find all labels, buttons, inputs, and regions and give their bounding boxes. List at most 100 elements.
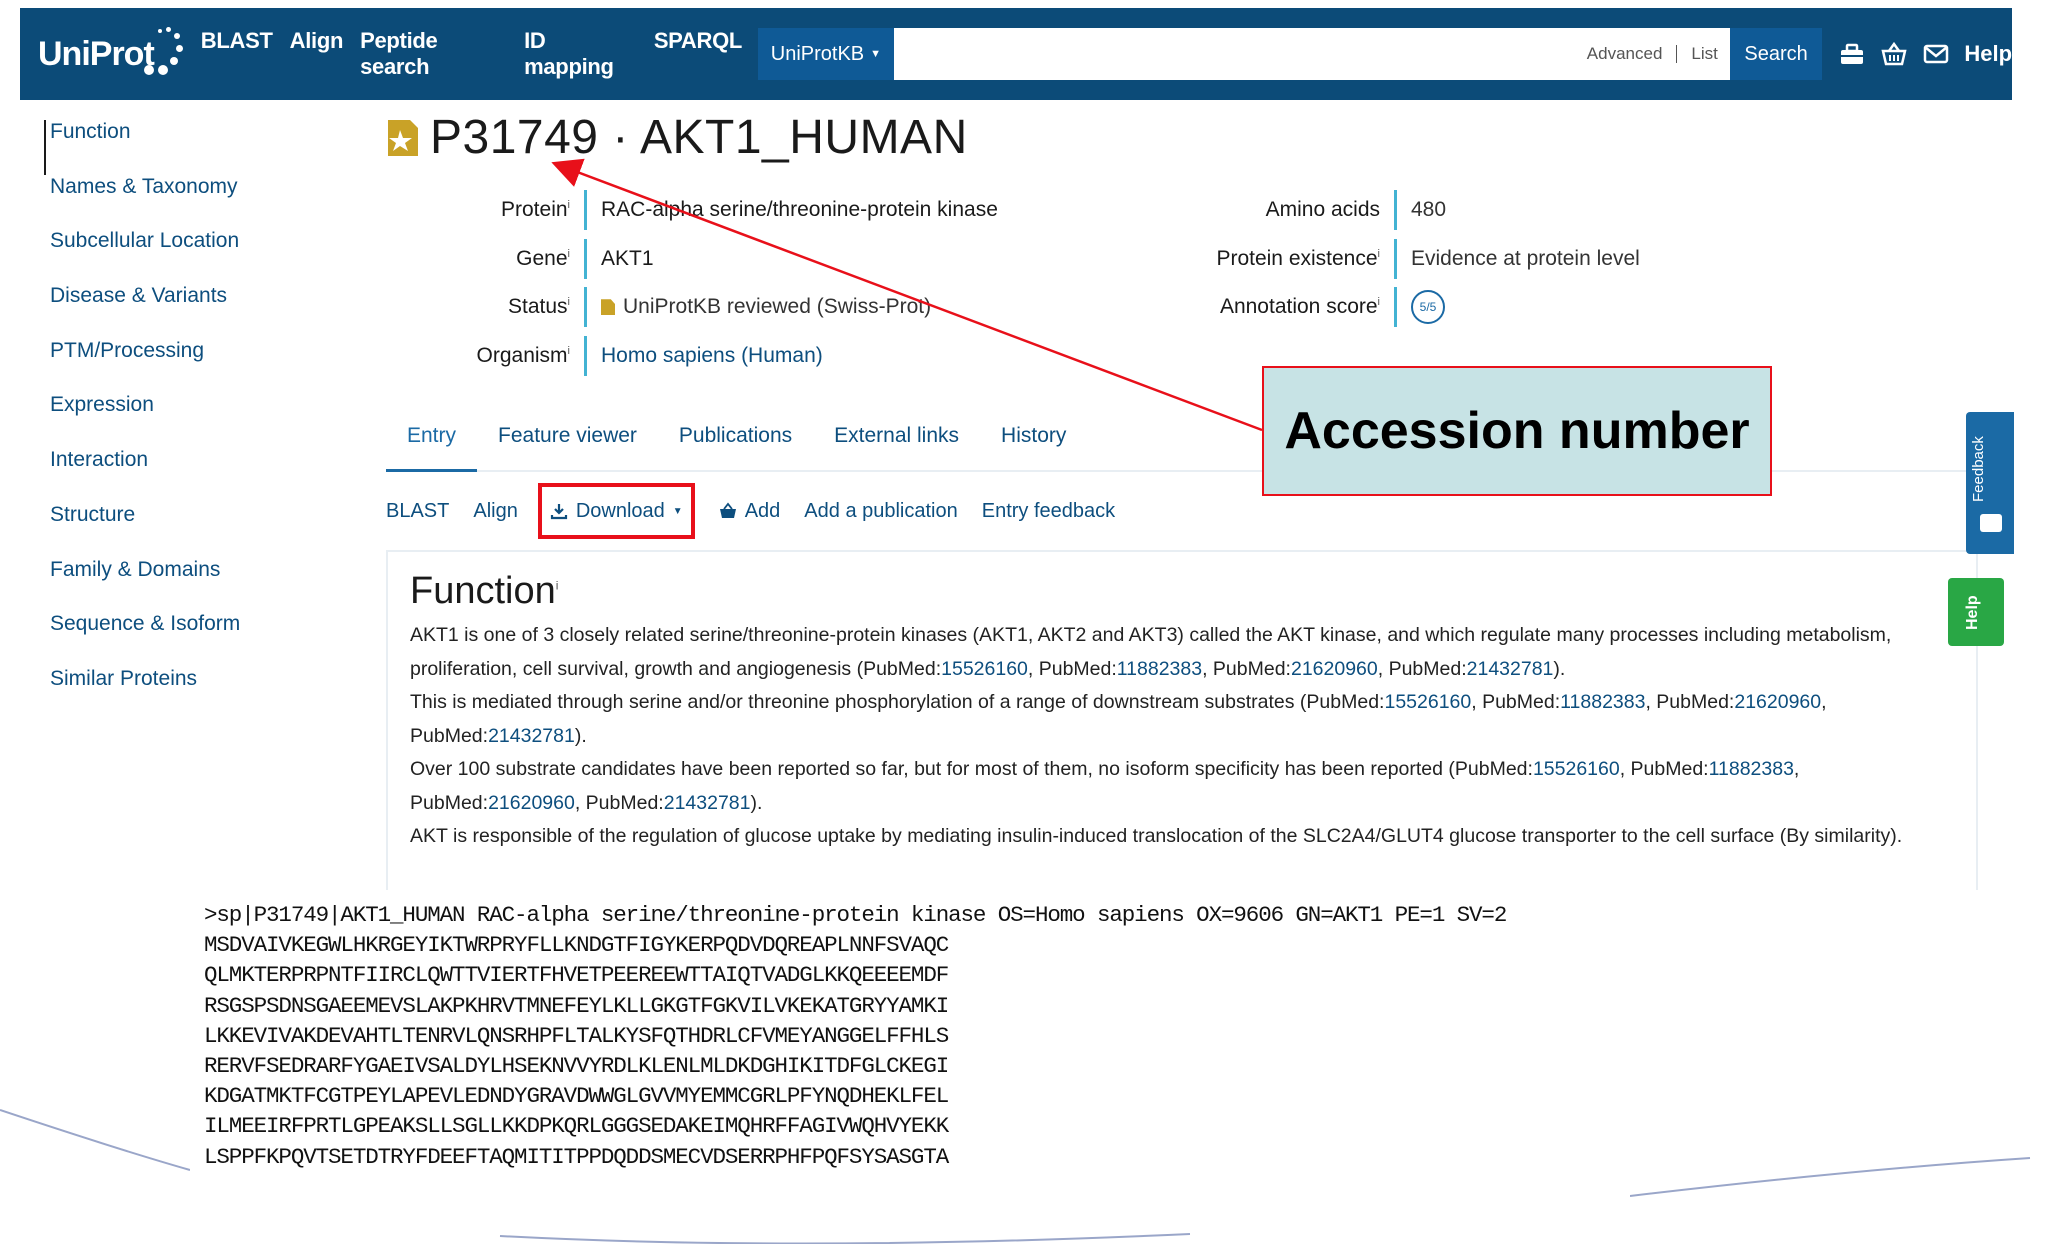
list-search-link[interactable]: List [1691, 44, 1717, 64]
sequence-line: KDGATMKTFCGTPEYLAPEVLEDNDYGRAVDWWGLGVVMY… [204, 1083, 949, 1110]
search-input[interactable]: Advanced List [893, 28, 1730, 80]
entry-header: P31749 · AKT1_HUMAN [386, 110, 968, 165]
fasta-sequence: >sp|P31749|AKT1_HUMAN RAC-alpha serine/t… [190, 900, 1630, 1230]
uniprot-logo[interactable]: UniProt [38, 25, 184, 83]
logo-text: UniProt [38, 34, 155, 73]
logo-dots-icon [143, 25, 184, 83]
pubmed-link[interactable]: 21432781 [664, 792, 751, 814]
nav-id-mapping[interactable]: ID mapping [524, 28, 637, 80]
amino-acids-label: Amino acids [1265, 198, 1380, 222]
sequence-line: LKKEVIVAKDEVAHTLTENRVLQNSRHPFLTALKYSFQTH… [204, 1022, 949, 1049]
help-link[interactable]: Help [1964, 41, 2012, 67]
add-button[interactable]: Add [719, 500, 780, 523]
pubmed-link[interactable]: 15526160 [1384, 691, 1471, 713]
sidebar-item-disease-variants[interactable]: Disease & Variants [44, 284, 240, 339]
sidebar-item-family-domains[interactable]: Family & Domains [44, 558, 240, 613]
info-icon[interactable]: i [568, 248, 570, 260]
feedback-face-icon [1980, 514, 2002, 532]
chevron-down-icon: ▼ [672, 505, 683, 517]
function-section: Functioni AKT1 is one of 3 closely relat… [386, 550, 1978, 890]
pubmed-link[interactable]: 15526160 [1533, 758, 1620, 780]
divider [584, 190, 587, 231]
pubmed-link[interactable]: 21432781 [488, 725, 575, 747]
sidebar-item-expression[interactable]: Expression [44, 393, 240, 448]
sidebar-item-subcellular-location[interactable]: Subcellular Location [44, 229, 240, 284]
organism-link[interactable]: Homo sapiens (Human) [601, 344, 823, 368]
protein-row: Proteini RAC-alpha serine/threonine-prot… [384, 186, 998, 235]
add-publication-button[interactable]: Add a publication [804, 500, 957, 523]
pubmed-link[interactable]: 21620960 [1734, 691, 1821, 713]
gene-row: Genei AKT1 [384, 235, 998, 284]
sequence-line: QLMKTERPRPNTFIIRCLQWTTVIERTFHVETPEEREEWT… [204, 962, 949, 989]
feedback-label: Feedback [1970, 436, 1987, 502]
download-button[interactable]: Download ▼ [537, 483, 695, 539]
database-select[interactable]: UniProtKB ▼ [758, 28, 894, 80]
advanced-search-link[interactable]: Advanced [1587, 44, 1663, 64]
pubmed-link[interactable]: 21620960 [1291, 658, 1378, 680]
chevron-down-icon: ▼ [870, 48, 882, 60]
top-navbar: UniProt BLAST Align Peptide search ID ma… [20, 8, 2012, 100]
divider [584, 238, 587, 279]
pubmed-link[interactable]: 11882383 [1117, 658, 1202, 680]
sidebar-item-ptm-processing[interactable]: PTM/Processing [44, 339, 240, 394]
toolbar-icons [1838, 40, 1950, 68]
fasta-header: >sp|P31749|AKT1_HUMAN RAC-alpha serine/t… [204, 902, 1507, 928]
tab-publications[interactable]: Publications [658, 412, 813, 472]
entry-toolbar: BLAST Align Download ▼ Add Add a publica… [386, 483, 1139, 539]
blast-button[interactable]: BLAST [386, 500, 449, 523]
divider [584, 335, 587, 376]
basket-icon[interactable] [1880, 40, 1908, 68]
pubmed-link[interactable]: 11882383 [1560, 691, 1645, 713]
search-button[interactable]: Search [1729, 28, 1823, 80]
help-tab[interactable]: Help [1948, 578, 2004, 646]
info-icon[interactable]: i [568, 345, 570, 357]
info-icon[interactable]: i [556, 578, 559, 592]
nav-align[interactable]: Align [290, 28, 344, 80]
align-button[interactable]: Align [473, 500, 517, 523]
function-heading: Functioni [410, 570, 559, 612]
entry-feedback-button[interactable]: Entry feedback [982, 500, 1115, 523]
organism-label: Organismi [476, 343, 570, 367]
sidebar-item-structure[interactable]: Structure [44, 503, 240, 558]
download-label: Download [575, 499, 665, 522]
info-icon[interactable]: i [568, 199, 570, 211]
sidebar-item-interaction[interactable]: Interaction [44, 448, 240, 503]
reviewed-star-icon [388, 119, 418, 156]
annotation-callout: Accession number [1262, 366, 1772, 496]
function-paragraph-1: AKT1 is one of 3 closely related serine/… [410, 624, 1892, 680]
status-row: Statusi UniProtKB reviewed (Swiss-Prot) [384, 283, 998, 332]
search-divider [1676, 45, 1678, 63]
toolkit-icon[interactable] [1838, 40, 1866, 68]
tab-entry[interactable]: Entry [386, 412, 478, 472]
pubmed-link[interactable]: 15526160 [941, 658, 1028, 680]
sidebar-item-sequence-isoform[interactable]: Sequence & Isoform [44, 612, 240, 667]
tab-history[interactable]: History [980, 412, 1087, 472]
amino-acids-value: 480 [1411, 198, 1447, 222]
sidebar-item-function[interactable]: Function [44, 120, 240, 175]
pubmed-link[interactable]: 11882383 [1709, 758, 1794, 780]
feedback-tab[interactable]: Feedback [1966, 412, 2014, 554]
nav-peptide-search[interactable]: Peptide search [360, 28, 507, 80]
sequence-line: LSPPFKPQVTSETDTRYFDEEFTAQMITITPPDQDDSMEC… [204, 1143, 949, 1170]
status-value: UniProtKB reviewed (Swiss-Prot) [601, 295, 931, 319]
page-title: P31749 · AKT1_HUMAN [430, 111, 968, 164]
protein-label: Proteini [501, 198, 570, 222]
basket-icon [719, 502, 736, 518]
sidebar-item-names-taxonomy[interactable]: Names & Taxonomy [44, 175, 240, 230]
sidebar-item-similar-proteins[interactable]: Similar Proteins [44, 667, 240, 722]
tab-external-links[interactable]: External links [813, 412, 980, 472]
mail-icon[interactable] [1922, 40, 1950, 68]
info-icon[interactable]: i [1378, 296, 1380, 308]
divider [584, 287, 587, 328]
pubmed-link[interactable]: 21432781 [1467, 658, 1554, 680]
info-icon[interactable]: i [568, 296, 570, 308]
amino-acids-row: Amino acids 480 [1200, 186, 1640, 235]
info-icon[interactable]: i [1378, 248, 1380, 260]
sequence-line: ILMEEIRFPRTLGPEAKSLLSGLLKKDPKQRLGGGSEDAK… [204, 1113, 949, 1140]
nav-blast[interactable]: BLAST [201, 28, 273, 80]
nav-sparql[interactable]: SPARQL [654, 28, 743, 80]
pubmed-link[interactable]: 21620960 [488, 792, 575, 814]
database-select-value: UniProtKB [770, 42, 865, 65]
tab-feature-viewer[interactable]: Feature viewer [477, 412, 658, 472]
protein-value: RAC-alpha serine/threonine-protein kinas… [601, 198, 998, 222]
